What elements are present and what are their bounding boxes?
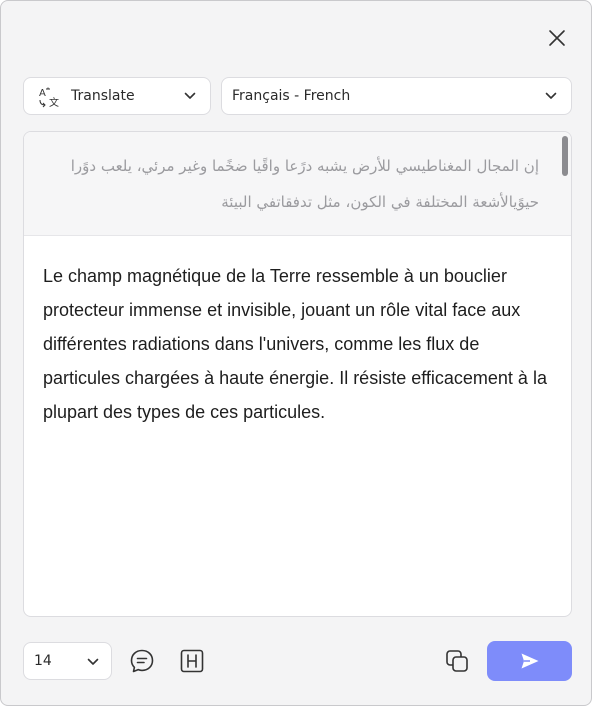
- font-size-value: 14: [34, 653, 52, 669]
- close-button[interactable]: [542, 23, 572, 53]
- translated-text: Le champ magnétique de la Terre ressembl…: [43, 266, 547, 422]
- mode-label: Translate: [71, 88, 135, 104]
- comment-icon: [130, 649, 154, 673]
- mode-dropdown[interactable]: A 文 Translate: [23, 77, 211, 115]
- language-dropdown[interactable]: Français - French: [221, 77, 572, 115]
- translate-dialog: A 文 Translate Français - French إن المجا…: [0, 0, 592, 706]
- translate-icon: A 文: [39, 87, 59, 108]
- chevron-down-icon: [184, 92, 196, 99]
- heading-button[interactable]: [178, 647, 206, 675]
- svg-text:文: 文: [49, 96, 59, 108]
- scrollbar-thumb[interactable]: [562, 136, 568, 176]
- comment-button[interactable]: [128, 647, 156, 675]
- language-label: Français - French: [232, 88, 351, 104]
- svg-text:A: A: [39, 88, 46, 99]
- copy-icon: [446, 650, 468, 672]
- close-icon: [549, 30, 565, 46]
- translation-panel: إن المجال المغناطيسي للأرض يشبه درًعا وا…: [23, 131, 572, 617]
- heading-icon: [180, 649, 204, 673]
- source-text-area[interactable]: إن المجال المغناطيسي للأرض يشبه درًعا وا…: [24, 132, 571, 236]
- font-size-select[interactable]: 14: [23, 642, 112, 680]
- send-button[interactable]: [487, 641, 572, 681]
- chevron-down-icon: [545, 92, 557, 99]
- send-icon: [521, 653, 538, 669]
- source-text: إن المجال المغناطيسي للأرض يشبه درًعا وا…: [70, 157, 539, 211]
- chevron-down-icon: [87, 658, 99, 665]
- copy-button[interactable]: [443, 647, 471, 675]
